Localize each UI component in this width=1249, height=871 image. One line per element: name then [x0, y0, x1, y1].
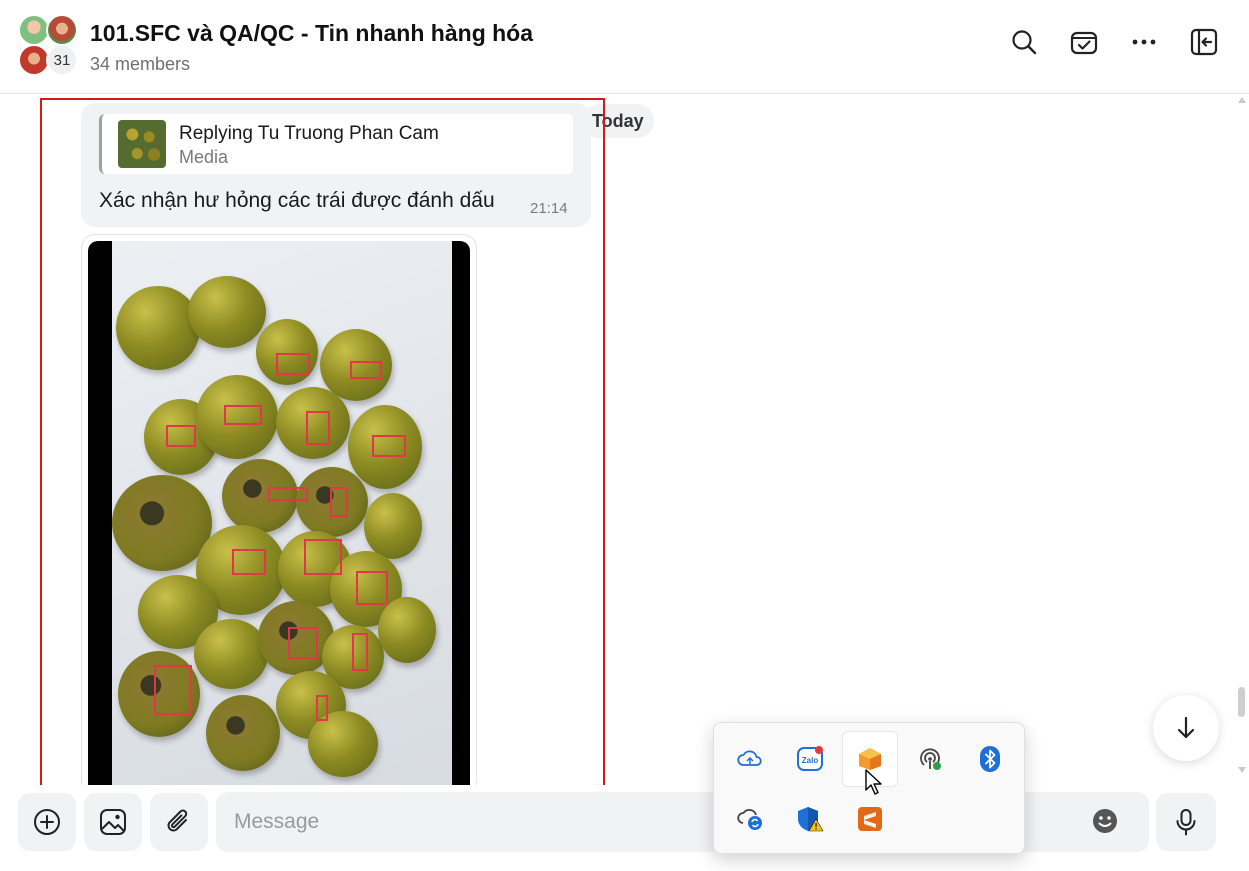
hotspot-icon[interactable] — [902, 731, 958, 787]
member-avatar — [46, 14, 78, 46]
add-button[interactable] — [18, 793, 76, 851]
collapse-panel-icon[interactable] — [1186, 24, 1222, 60]
reply-quote[interactable]: Replying Tu Truong Phan Cam Media — [99, 114, 573, 174]
quote-type: Media — [179, 147, 229, 167]
chat-header: 31 101.SFC và QA/QC - Tin nhanh hàng hóa… — [0, 0, 1249, 94]
attach-button[interactable] — [150, 793, 208, 851]
group-avatar[interactable]: 31 — [16, 14, 80, 78]
zalo-icon[interactable]: Zalo — [782, 731, 838, 787]
chat-scrollbar[interactable] — [1235, 95, 1249, 785]
add-icon — [34, 809, 60, 835]
mouse-cursor-icon — [865, 769, 882, 795]
bluetooth-icon[interactable] — [962, 731, 1018, 787]
arrow-down-icon — [1177, 716, 1195, 739]
group-title[interactable]: 101.SFC và QA/QC - Tin nhanh hàng hóa — [90, 20, 533, 47]
message-time: 21:14 — [530, 200, 568, 217]
message-composer — [0, 785, 1249, 871]
sublime-text-icon[interactable] — [842, 791, 898, 847]
avatar-count-badge: 31 — [46, 44, 78, 76]
sticker-image-icon — [100, 809, 126, 835]
more-icon[interactable] — [1126, 24, 1162, 60]
calendar-check-icon[interactable] — [1066, 24, 1102, 60]
scroll-to-bottom-button[interactable] — [1153, 695, 1219, 761]
persimmon-photo — [112, 241, 452, 785]
image-message[interactable] — [81, 234, 477, 785]
member-count[interactable]: 34 members — [90, 54, 190, 75]
search-icon[interactable] — [1006, 24, 1042, 60]
defender-shield-warning-icon[interactable] — [782, 791, 838, 847]
scroll-down-arrow-icon[interactable] — [1238, 767, 1246, 773]
sync-cloud-icon[interactable] — [722, 791, 778, 847]
attach-icon — [167, 809, 188, 832]
scrollbar-thumb[interactable] — [1238, 687, 1245, 717]
scroll-up-arrow-icon[interactable] — [1238, 97, 1246, 103]
message-text: Xác nhận hư hỏng các trái được đánh dấu — [99, 189, 495, 212]
message-list[interactable]: Replying Tu Truong Phan Cam Media Xác nh… — [0, 95, 1235, 785]
message-photo[interactable] — [88, 241, 470, 785]
onedrive-cloud-icon[interactable] — [722, 731, 778, 787]
emoji-icon[interactable] — [1091, 807, 1119, 835]
reply-message-bubble[interactable]: Replying Tu Truong Phan Cam Media Xác nh… — [81, 103, 591, 227]
mic-icon — [1176, 809, 1196, 836]
sticker-image-button[interactable] — [84, 793, 142, 851]
quote-sender: Replying Tu Truong Phan Cam — [179, 123, 439, 144]
date-separator: Today — [582, 104, 654, 138]
quote-thumbnail — [118, 120, 166, 168]
svg-text:Zalo: Zalo — [802, 756, 819, 765]
mic-button[interactable] — [1156, 793, 1216, 851]
